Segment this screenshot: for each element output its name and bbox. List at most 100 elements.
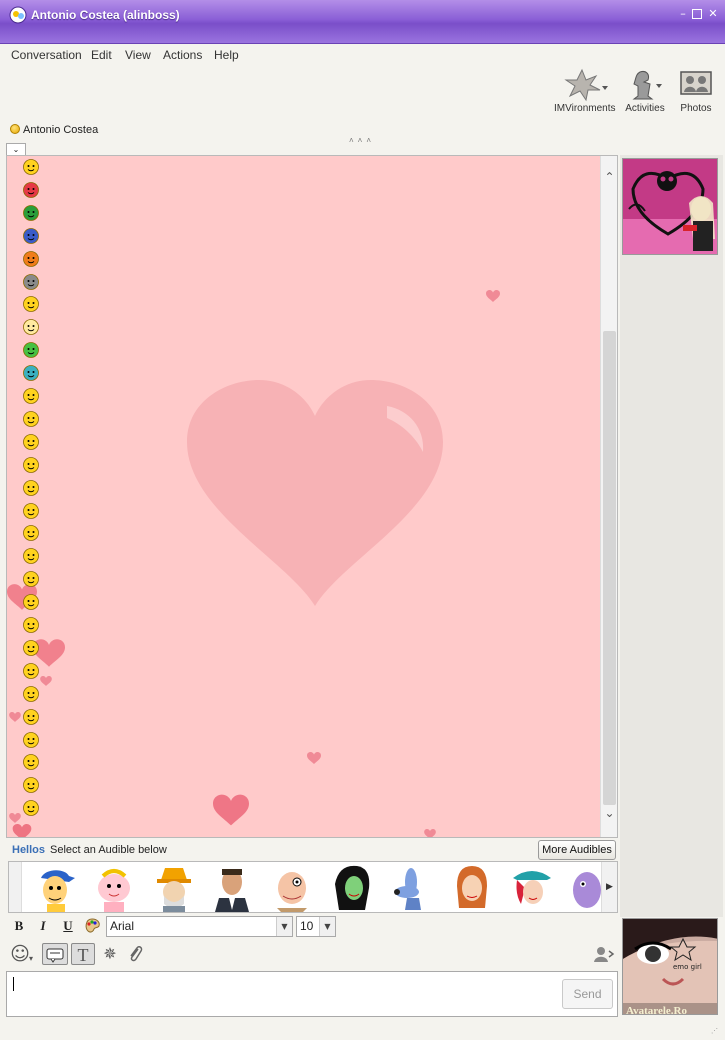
- heart-icon: [307, 752, 321, 764]
- audibles-hint: Select an Audible below: [50, 844, 167, 856]
- ball-icon: [23, 777, 39, 794]
- window-title: Antonio Costea (alinboss): [31, 8, 180, 22]
- audible-pink-baby-icon[interactable]: [89, 864, 139, 912]
- activities-label: Activities: [625, 103, 665, 114]
- format-toolbar: B I U Arial ▼ 10 ▼: [6, 914, 618, 938]
- red-hair-icon: [23, 754, 39, 771]
- text-caret: [13, 977, 14, 991]
- menu-bar: Conversation Edit View Actions Help: [0, 44, 725, 66]
- scroll-up-icon[interactable]: ⌃: [601, 170, 617, 186]
- audibles-strip-left-edge: [9, 862, 22, 912]
- skull-icon: [23, 319, 39, 336]
- audible-purple-alien-icon[interactable]: [565, 864, 601, 912]
- shh-icon: [23, 548, 39, 565]
- applause-icon: [23, 639, 39, 656]
- buddy-display-image[interactable]: [622, 158, 718, 255]
- menu-help[interactable]: Help: [214, 48, 239, 62]
- chevron-down-icon[interactable]: ▼: [276, 917, 292, 936]
- scroll-down-icon[interactable]: ⌄: [601, 806, 617, 822]
- rose-icon: [23, 181, 39, 198]
- scrollbar-thumb[interactable]: [603, 331, 616, 805]
- background-heart-icon: [187, 380, 443, 606]
- maximize-icon[interactable]: [692, 9, 702, 19]
- hiding-icon: [23, 617, 39, 633]
- pointing-icon: [23, 525, 39, 542]
- imvironments-button[interactable]: IMVironments: [554, 68, 616, 116]
- waving-icon: [23, 571, 39, 588]
- audibles-next-icon[interactable]: ▶: [601, 862, 617, 912]
- bee-icon: [23, 800, 39, 817]
- love-struck-icon: [23, 594, 39, 610]
- display-image-panel: [620, 155, 723, 917]
- font-size-select[interactable]: 10 ▼: [296, 916, 336, 937]
- audible-cap-boy-icon[interactable]: [31, 864, 81, 912]
- close-icon[interactable]: ✕: [707, 8, 719, 20]
- whistling-icon: [23, 456, 39, 473]
- menu-view[interactable]: View: [125, 48, 151, 62]
- audible-redhead-woman-icon[interactable]: [447, 864, 497, 912]
- conversation-scrollbar[interactable]: ⌃ ⌄: [600, 156, 617, 837]
- message-input[interactable]: [6, 971, 618, 1017]
- text-format-toggle-icon[interactable]: T: [71, 943, 95, 965]
- attach-file-icon[interactable]: [123, 943, 147, 965]
- star-icon: [23, 685, 39, 702]
- activities-button[interactable]: Activities: [620, 68, 670, 116]
- send-button[interactable]: Send: [562, 979, 613, 1009]
- italic-button[interactable]: I: [34, 918, 52, 934]
- font-size-value: 10: [300, 919, 314, 933]
- activities-chess-icon: [632, 71, 662, 100]
- audible-hat-woman-icon[interactable]: [507, 864, 557, 912]
- audible-hat-man-icon[interactable]: [149, 864, 199, 912]
- audible-blue-dog-icon[interactable]: [389, 864, 439, 912]
- my-pic-text: emo girl: [673, 963, 702, 971]
- laughing-icon: [23, 662, 39, 679]
- audible-green-witch-icon[interactable]: [327, 864, 377, 912]
- color-palette-icon[interactable]: [84, 918, 101, 934]
- audible-caveman-icon[interactable]: [267, 864, 317, 912]
- contact-name[interactable]: Antonio Costea: [23, 124, 98, 136]
- watermark-caption: Avatarele.Ro: [626, 1005, 687, 1015]
- imvironments-label: IMVironments: [554, 103, 616, 114]
- emoticon-dropdown-icon[interactable]: ▾: [26, 948, 36, 970]
- sleepy-icon: [23, 388, 39, 404]
- photos-button[interactable]: Photos: [674, 68, 718, 116]
- photos-icon: [680, 71, 712, 95]
- us-flag-icon: [23, 227, 39, 244]
- nerd-icon: [23, 433, 39, 450]
- bold-button[interactable]: B: [10, 918, 28, 934]
- imvironment-toggle-icon[interactable]: [42, 943, 68, 965]
- more-audibles-button[interactable]: More Audibles: [538, 840, 616, 860]
- menu-actions[interactable]: Actions: [163, 48, 202, 62]
- clapping-icon: [23, 502, 39, 519]
- audibles-category-link[interactable]: Hellos: [12, 844, 45, 856]
- heart-icon: [40, 676, 52, 686]
- title-bar: Antonio Costea (alinboss) – ✕: [0, 0, 725, 44]
- conversation-area[interactable]: ⌃ ⌄: [6, 155, 618, 838]
- thinking-icon: [23, 410, 39, 427]
- yin-yang-icon: [23, 365, 39, 381]
- minimize-icon[interactable]: –: [677, 8, 689, 20]
- audible-suit-man-icon[interactable]: [207, 864, 257, 912]
- photos-label: Photos: [680, 103, 712, 114]
- font-family-value: Arial: [110, 919, 135, 933]
- heart-icon: [9, 813, 21, 823]
- idea-icon: [23, 296, 39, 313]
- heart-icon: [424, 829, 436, 837]
- window-resize-grip[interactable]: ⋰: [711, 1027, 721, 1037]
- angel-icon: [23, 159, 39, 175]
- menu-edit[interactable]: Edit: [91, 48, 112, 62]
- contact-header: Antonio Costea: [10, 124, 98, 138]
- heart-icon: [486, 290, 500, 302]
- font-family-select[interactable]: Arial ▼: [106, 916, 293, 937]
- nudge-icon[interactable]: ✵: [98, 943, 122, 965]
- underline-button[interactable]: U: [59, 918, 77, 934]
- chevron-down-icon[interactable]: ▼: [319, 917, 335, 936]
- add-contact-icon[interactable]: [592, 943, 616, 965]
- pane-resize-grip[interactable]: ˄˄˄: [349, 136, 375, 145]
- my-display-image[interactable]: emo girl Avatarele.Ro: [622, 918, 718, 1015]
- alien-icon: [23, 342, 39, 359]
- heart-icon: [213, 794, 249, 826]
- four-leaf-clover-icon: [23, 204, 39, 221]
- hair-boy-icon: [23, 708, 39, 725]
- menu-conversation[interactable]: Conversation: [11, 48, 82, 62]
